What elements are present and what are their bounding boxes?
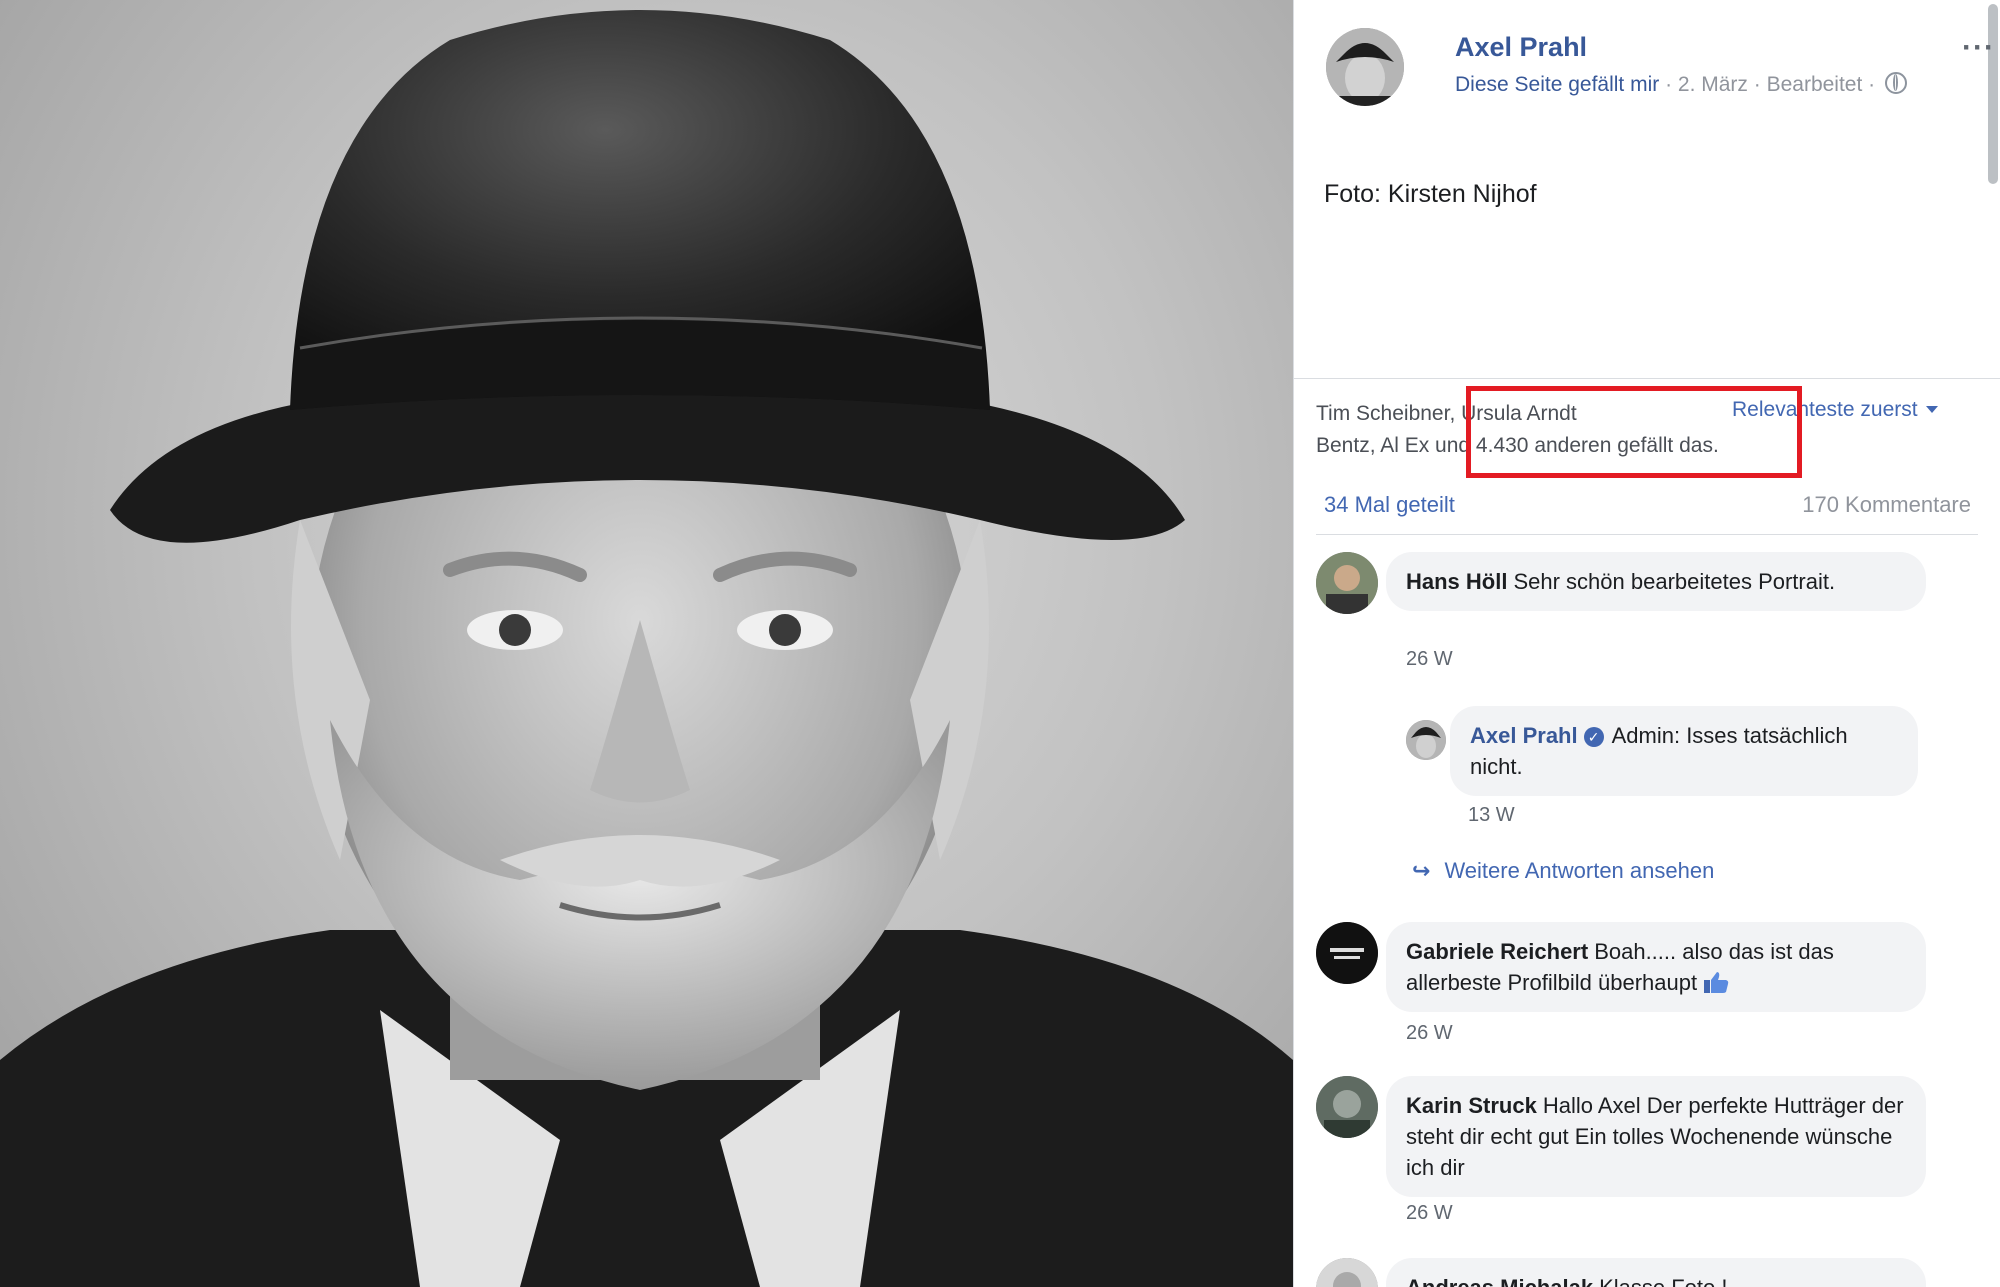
comment-time[interactable]: 26 W bbox=[1406, 1202, 1453, 1225]
avatar-photo-icon bbox=[1316, 1258, 1378, 1287]
avatar-photo-icon bbox=[1316, 552, 1378, 614]
comment-author-link[interactable]: Hans Höll bbox=[1406, 569, 1507, 594]
avatar-photo-icon bbox=[1316, 922, 1378, 984]
comment-text: Klasse Foto ! bbox=[1599, 1275, 1727, 1287]
avatar-photo-icon bbox=[1316, 1076, 1378, 1138]
reply-arrow-icon: ↪ bbox=[1412, 858, 1431, 883]
comment-bubble: Karin Struck Hallo Axel Der perfekte Hutt… bbox=[1386, 1076, 1926, 1197]
reply-item: Axel Prahl ✓ Admin: Isses tatsächlich nich… bbox=[1406, 706, 1966, 832]
shares-count-link[interactable]: 34 Mal geteilt bbox=[1324, 492, 1455, 518]
page-name-link[interactable]: Axel Prahl bbox=[1455, 32, 1587, 63]
divider bbox=[1316, 534, 1978, 535]
comments-count-link[interactable]: 170 Kommentare bbox=[1802, 492, 1971, 518]
comment-item: Karin Struck Hallo Axel Der perfekte Hutt… bbox=[1316, 1076, 1976, 1236]
post-sidebar: Axel Prahl Diese Seite gefällt mir · 2. … bbox=[1293, 0, 2000, 1287]
commenter-avatar[interactable] bbox=[1316, 552, 1378, 614]
comment-bubble: Gabriele Reichert Boah..... also das ist … bbox=[1386, 922, 1926, 1012]
scrollbar[interactable] bbox=[1984, 0, 1998, 1287]
portrait-illustration bbox=[0, 10, 1293, 1287]
reply-bubble: Axel Prahl ✓ Admin: Isses tatsächlich nich… bbox=[1450, 706, 1918, 796]
avatar-portrait-icon bbox=[1326, 28, 1404, 106]
more-replies-label: Weitere Antworten ansehen bbox=[1444, 858, 1715, 883]
comment-author-link[interactable]: Axel Prahl bbox=[1470, 723, 1578, 748]
divider bbox=[1294, 378, 2000, 379]
comment-text: Sehr schön bearbeitetes Portrait. bbox=[1513, 569, 1836, 594]
comment-author-link[interactable]: Gabriele Reichert bbox=[1406, 939, 1588, 964]
comment-author-link[interactable]: Karin Struck bbox=[1406, 1093, 1537, 1118]
verified-icon: ✓ bbox=[1583, 727, 1604, 747]
post-header: Axel Prahl Diese Seite gefällt mir · 2. … bbox=[1326, 28, 1994, 108]
comment-bubble: Hans Höll Sehr schön bearbeitetes Portrai… bbox=[1386, 552, 1926, 611]
portrait-photo[interactable] bbox=[0, 0, 1293, 1287]
comment-bubble: Andreas Michalak Klasse Foto ! bbox=[1386, 1258, 1926, 1287]
comment-time[interactable]: 26 W bbox=[1406, 648, 1453, 671]
more-replies-link[interactable]: ↪ Weitere Antworten ansehen bbox=[1412, 858, 1714, 884]
avatar-portrait-icon bbox=[1406, 720, 1446, 760]
caret-down-icon bbox=[1925, 406, 1938, 413]
comment-author-link[interactable]: Andreas Michalak bbox=[1406, 1275, 1593, 1287]
comment-item: Andreas Michalak Klasse Foto ! bbox=[1316, 1258, 1976, 1287]
post-meta: Diese Seite gefällt mir · 2. März · Bear… bbox=[1455, 72, 1907, 97]
commenter-avatar[interactable] bbox=[1316, 922, 1378, 984]
comment-item: Gabriele Reichert Boah..... also das ist … bbox=[1316, 922, 1976, 1052]
commenter-avatar[interactable] bbox=[1316, 1076, 1378, 1138]
post-date-edited: · 2. März · Bearbeitet · bbox=[1659, 73, 1881, 96]
thumbs-up-icon bbox=[1704, 972, 1729, 993]
highlight-annotation-box bbox=[1466, 386, 1802, 478]
comment-time[interactable]: 26 W bbox=[1406, 1022, 1453, 1045]
post-caption: Foto: Kirsten Nijhof bbox=[1324, 180, 1537, 208]
page-avatar[interactable] bbox=[1326, 28, 1404, 106]
more-icon[interactable]: ··· bbox=[1962, 33, 1995, 63]
comment-time[interactable]: 13 W bbox=[1468, 804, 1515, 827]
globe-icon bbox=[1884, 72, 1907, 94]
like-page-link[interactable]: Diese Seite gefällt mir bbox=[1455, 73, 1659, 96]
comment-item: Hans Höll Sehr schön bearbeitetes Portrai… bbox=[1316, 552, 1976, 672]
commenter-avatar[interactable] bbox=[1316, 1258, 1378, 1287]
facebook-photo-viewer: Axel Prahl Diese Seite gefällt mir · 2. … bbox=[0, 0, 2000, 1287]
reply-avatar[interactable] bbox=[1406, 720, 1446, 760]
